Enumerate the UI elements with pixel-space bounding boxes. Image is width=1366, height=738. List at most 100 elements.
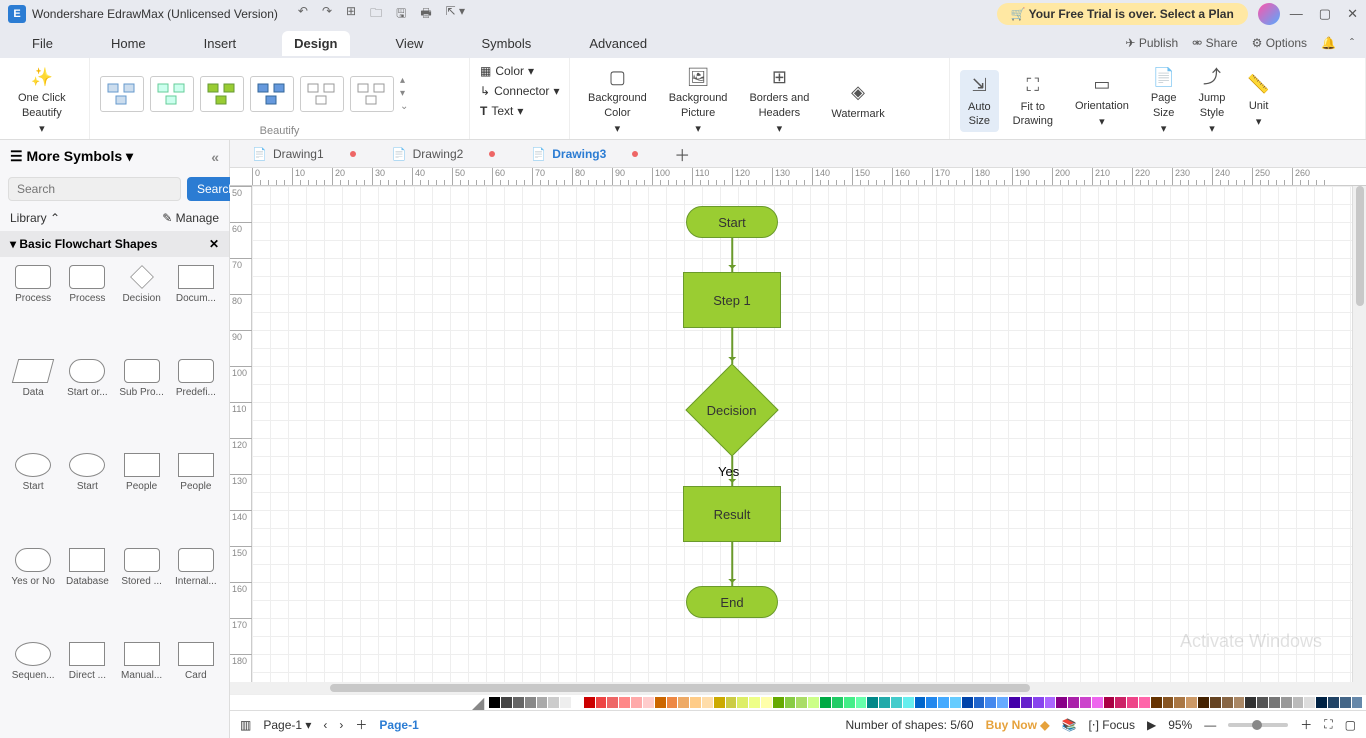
theme-more-icon[interactable]: ⌄	[400, 101, 408, 112]
color-swatch[interactable]	[1245, 697, 1256, 708]
color-swatch[interactable]	[1104, 697, 1115, 708]
theme-preset-3[interactable]	[200, 76, 244, 112]
color-swatch[interactable]	[607, 697, 618, 708]
color-swatch[interactable]	[643, 697, 654, 708]
shape-item[interactable]: Predefi...	[171, 359, 221, 447]
color-swatch[interactable]	[1139, 697, 1150, 708]
flowchart-step1[interactable]: Step 1	[683, 272, 781, 328]
export-icon[interactable]: ⇱ ▾	[446, 4, 465, 25]
color-swatch[interactable]	[702, 697, 713, 708]
color-swatch[interactable]	[1186, 697, 1197, 708]
color-dropdown[interactable]: ▦ Color ▾	[480, 62, 534, 80]
color-swatch[interactable]	[655, 697, 666, 708]
presentation-icon[interactable]: ▢	[1345, 718, 1356, 732]
color-swatch[interactable]	[915, 697, 926, 708]
color-swatch[interactable]	[796, 697, 807, 708]
background-picture-button[interactable]: 🖼Background Picture ▾	[661, 62, 736, 140]
color-swatch[interactable]	[1068, 697, 1079, 708]
vertical-scrollbar[interactable]	[1352, 186, 1366, 682]
color-swatch[interactable]	[1080, 697, 1091, 708]
play-icon[interactable]: ▶	[1147, 718, 1156, 732]
maximize-icon[interactable]: ▢	[1319, 6, 1331, 22]
color-swatch[interactable]	[974, 697, 985, 708]
color-swatch[interactable]	[962, 697, 973, 708]
new-icon[interactable]: ⊞	[346, 4, 356, 25]
shape-item[interactable]: Decision	[117, 265, 167, 353]
color-swatch[interactable]	[513, 697, 524, 708]
color-swatch[interactable]	[1151, 697, 1162, 708]
color-swatch[interactable]	[891, 697, 902, 708]
add-page-icon[interactable]: ＋	[355, 716, 367, 733]
undo-icon[interactable]: ↶	[298, 4, 308, 25]
page-selector[interactable]: Page-1 ▾	[263, 718, 311, 732]
color-swatch[interactable]	[678, 697, 689, 708]
unit-button[interactable]: 📏Unit ▾	[1239, 69, 1277, 133]
minimize-icon[interactable]: —	[1290, 6, 1303, 22]
color-swatch[interactable]	[537, 697, 548, 708]
layers-icon[interactable]: 📚	[1062, 718, 1077, 732]
canvas[interactable]: Activate Windows StartStep 1DecisionYesR…	[252, 186, 1352, 682]
zoom-out-icon[interactable]: —	[1204, 718, 1216, 732]
close-section-icon[interactable]: ✕	[209, 237, 219, 251]
color-swatch[interactable]	[525, 697, 536, 708]
theme-preset-6[interactable]	[350, 76, 394, 112]
jump-style-button[interactable]: ⤴Jump Style ▾	[1191, 62, 1234, 140]
zoom-slider[interactable]	[1228, 723, 1288, 727]
shape-item[interactable]: Stored ...	[117, 548, 167, 636]
library-link[interactable]: Library ⌃	[10, 211, 60, 225]
manage-link[interactable]: ✎ Manage	[162, 211, 219, 225]
color-swatch[interactable]	[1269, 697, 1280, 708]
color-swatch[interactable]	[761, 697, 772, 708]
color-swatch[interactable]	[1257, 697, 1268, 708]
user-avatar[interactable]	[1258, 3, 1280, 25]
color-swatch[interactable]	[1222, 697, 1233, 708]
open-icon[interactable]: 🗀	[370, 4, 382, 25]
color-swatch[interactable]	[879, 697, 890, 708]
color-swatch[interactable]	[1163, 697, 1174, 708]
color-swatch[interactable]	[548, 697, 559, 708]
shape-item[interactable]: People	[171, 453, 221, 541]
color-swatch[interactable]	[596, 697, 607, 708]
color-swatch[interactable]	[926, 697, 937, 708]
color-swatch[interactable]	[997, 697, 1008, 708]
orientation-button[interactable]: ▭Orientation ▾	[1067, 69, 1137, 133]
shape-item[interactable]: Database	[62, 548, 112, 636]
page-tab[interactable]: Page-1	[379, 718, 418, 732]
shape-item[interactable]: Manual...	[117, 642, 167, 730]
color-swatch[interactable]	[1352, 697, 1363, 708]
color-swatch[interactable]	[785, 697, 796, 708]
redo-icon[interactable]: ↷	[322, 4, 332, 25]
zoom-in-icon[interactable]: ＋	[1300, 716, 1312, 733]
shape-item[interactable]: Internal...	[171, 548, 221, 636]
menu-symbols[interactable]: Symbols	[469, 31, 543, 56]
menu-file[interactable]: File	[20, 31, 65, 56]
color-swatch[interactable]	[1304, 697, 1315, 708]
color-swatch[interactable]	[560, 697, 571, 708]
menu-view[interactable]: View	[384, 31, 436, 56]
page-size-button[interactable]: 📄Page Size ▾	[1143, 62, 1185, 140]
color-swatch[interactable]	[1340, 697, 1351, 708]
connector-dropdown[interactable]: ↳ Connector ▾	[480, 82, 559, 100]
one-click-beautify-button[interactable]: ✨One Click Beautify ▾	[10, 62, 74, 140]
horizontal-scrollbar[interactable]	[230, 682, 1366, 694]
theme-prev-icon[interactable]: ▴	[400, 75, 408, 86]
color-swatch[interactable]	[950, 697, 961, 708]
menu-insert[interactable]: Insert	[192, 31, 249, 56]
color-swatch[interactable]	[1056, 697, 1067, 708]
color-swatch[interactable]	[985, 697, 996, 708]
color-swatch[interactable]	[1210, 697, 1221, 708]
shape-item[interactable]: Start or...	[62, 359, 112, 447]
chevron-up-icon[interactable]: ˆ	[1350, 36, 1354, 50]
color-swatch[interactable]	[737, 697, 748, 708]
shape-item[interactable]: Process	[8, 265, 58, 353]
shape-item[interactable]: Sub Pro...	[117, 359, 167, 447]
publish-button[interactable]: ✈ Publish	[1125, 36, 1178, 50]
shapes-section-header[interactable]: ▾ Basic Flowchart Shapes ✕	[0, 231, 229, 257]
layout-icon[interactable]: ▥	[240, 718, 251, 732]
color-swatch[interactable]	[1092, 697, 1103, 708]
shape-item[interactable]: Process	[62, 265, 112, 353]
more-symbols-dropdown[interactable]: ☰ More Symbols ▾	[10, 148, 133, 165]
color-swatch[interactable]	[726, 697, 737, 708]
save-icon[interactable]: 🖫	[396, 4, 406, 25]
focus-button[interactable]: [⋅] Focus	[1088, 718, 1135, 732]
